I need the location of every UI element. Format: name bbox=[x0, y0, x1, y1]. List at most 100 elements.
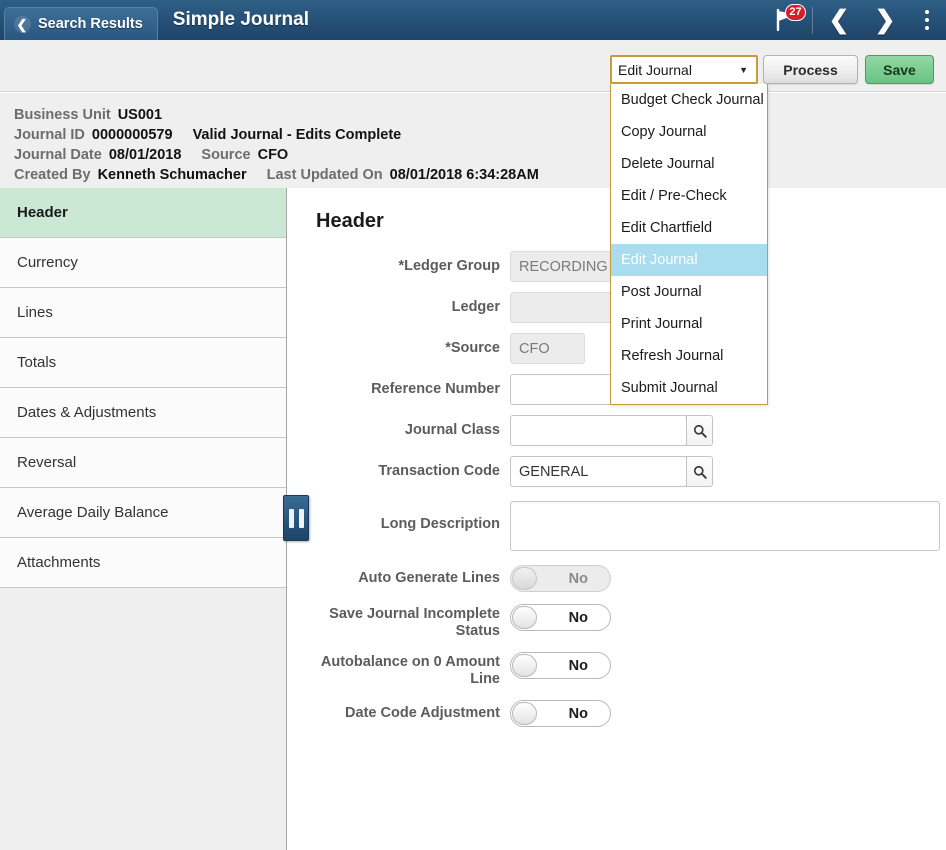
search-icon bbox=[693, 465, 707, 479]
process-action-select-wrapper: Edit Journal ▼ Budget Check Journal Copy … bbox=[610, 55, 768, 405]
source-label: Source bbox=[201, 147, 251, 163]
field-row-journal-class: Journal Class bbox=[288, 415, 946, 446]
journal-info-row-created-by: Created By Kenneth Schumacher Last Updat… bbox=[14, 167, 946, 183]
save-journal-incomplete-status-toggle[interactable]: No bbox=[510, 604, 611, 631]
process-option-edit-journal[interactable]: Edit Journal bbox=[611, 244, 767, 276]
sidebar-collapse-handle[interactable] bbox=[283, 495, 309, 541]
field-row-date-code-adjustment: Date Code Adjustment No bbox=[288, 698, 946, 727]
save-journal-incomplete-status-toggle-value: No bbox=[568, 609, 588, 626]
pause-bars-icon-right bbox=[298, 508, 304, 528]
process-option-refresh-journal[interactable]: Refresh Journal bbox=[611, 340, 767, 372]
field-row-auto-generate-lines: Auto Generate Lines No bbox=[288, 563, 946, 592]
process-option-delete-journal[interactable]: Delete Journal bbox=[611, 148, 767, 180]
ledger-group-label: *Ledger Group bbox=[398, 258, 500, 274]
long-description-label: Long Description bbox=[380, 516, 500, 532]
last-updated-value: 08/01/2018 6:34:28AM bbox=[389, 167, 539, 183]
journal-info-panel: Business Unit US001 Journal ID 000000057… bbox=[0, 93, 946, 188]
process-option-submit-journal[interactable]: Submit Journal bbox=[611, 372, 767, 404]
business-unit-label: Business Unit bbox=[14, 107, 111, 123]
journal-date-label: Journal Date bbox=[14, 147, 102, 163]
process-action-select[interactable]: Edit Journal ▼ bbox=[610, 55, 758, 84]
auto-generate-lines-label: Auto Generate Lines bbox=[358, 570, 500, 586]
sidebar-item-header[interactable]: Header bbox=[0, 188, 286, 238]
sidebar-item-lines[interactable]: Lines bbox=[0, 288, 286, 338]
transaction-code-input[interactable]: GENERAL bbox=[510, 456, 687, 487]
process-option-copy-journal[interactable]: Copy Journal bbox=[611, 116, 767, 148]
sidebar-item-average-daily-balance[interactable]: Average Daily Balance bbox=[0, 488, 286, 538]
sidebar-item-label: Totals bbox=[17, 354, 57, 371]
toggle-knob bbox=[512, 606, 537, 629]
business-unit-value: US001 bbox=[117, 107, 163, 123]
date-code-adjustment-toggle-value: No bbox=[568, 705, 588, 722]
ledger-label: Ledger bbox=[451, 299, 500, 315]
process-action-dropdown-menu[interactable]: Budget Check Journal Copy Journal Delete J… bbox=[610, 84, 768, 405]
process-button[interactable]: Process bbox=[763, 55, 858, 84]
process-option-post-journal[interactable]: Post Journal bbox=[611, 276, 767, 308]
sidebar-item-label: Dates & Adjustments bbox=[17, 404, 157, 421]
long-description-textarea[interactable] bbox=[510, 501, 940, 551]
last-updated-label: Last Updated On bbox=[266, 167, 383, 183]
sidebar-item-dates-adjustments[interactable]: Dates & Adjustments bbox=[0, 388, 286, 438]
reference-number-label: Reference Number bbox=[371, 381, 500, 397]
search-icon bbox=[693, 424, 707, 438]
field-row-transaction-code: Transaction Code GENERAL bbox=[288, 456, 946, 487]
journal-class-label: Journal Class bbox=[404, 422, 500, 438]
field-row-long-description: Long Description bbox=[288, 501, 946, 551]
sidebar-item-label: Lines bbox=[17, 304, 53, 321]
toggle-knob bbox=[512, 567, 537, 590]
back-button-label: Search Results bbox=[38, 16, 143, 32]
topbar-actions: 27 ❮ ❯ bbox=[765, 0, 946, 40]
autobalance-on-0-amount-line-label: Autobalance on 0 Amount Line bbox=[320, 654, 500, 687]
vertical-ellipsis-icon[interactable] bbox=[908, 0, 946, 40]
source-input: CFO bbox=[510, 333, 585, 364]
toggle-field-list: Auto Generate Lines No Save Journal Incomp… bbox=[288, 563, 946, 727]
journal-id-label: Journal ID bbox=[14, 127, 85, 143]
save-journal-incomplete-status-label: Save Journal Incomplete Status bbox=[329, 606, 500, 639]
sidebar-item-currency[interactable]: Currency bbox=[0, 238, 286, 288]
section-navigation-sidebar: Header Currency Lines Totals Dates & Adjustm… bbox=[0, 188, 287, 850]
autobalance-on-0-amount-line-toggle[interactable]: No bbox=[510, 652, 611, 679]
search-results-back-button[interactable]: ❮ Search Results bbox=[4, 7, 158, 40]
journal-class-input[interactable] bbox=[510, 415, 687, 446]
created-by-label: Created By bbox=[14, 167, 91, 183]
source-field-label: *Source bbox=[445, 340, 500, 356]
next-page-button[interactable]: ❯ bbox=[862, 0, 908, 40]
source-value: CFO bbox=[257, 147, 289, 163]
chevron-down-icon: ▼ bbox=[739, 64, 748, 75]
notification-badge: 27 bbox=[785, 4, 806, 21]
sidebar-item-label: Reversal bbox=[17, 454, 77, 471]
pause-bars-icon-left bbox=[288, 508, 294, 528]
sidebar-item-totals[interactable]: Totals bbox=[0, 338, 286, 388]
page-title: Simple Journal bbox=[172, 9, 309, 30]
toggle-knob bbox=[512, 702, 537, 725]
sidebar-item-label: Header bbox=[17, 204, 68, 221]
topbar-divider bbox=[812, 6, 813, 34]
auto-generate-lines-toggle: No bbox=[510, 565, 611, 592]
field-row-save-journal-incomplete-status: Save Journal Incomplete Status No bbox=[288, 602, 946, 640]
notifications-flag-button[interactable]: 27 bbox=[765, 0, 809, 40]
save-button[interactable]: Save bbox=[865, 55, 934, 84]
journal-info-row-journal-id: Journal ID 0000000579 Valid Journal - Ed… bbox=[14, 127, 946, 143]
sidebar-item-reversal[interactable]: Reversal bbox=[0, 438, 286, 488]
process-option-edit-chartfield[interactable]: Edit Chartfield bbox=[611, 212, 767, 244]
journal-info-row-journal-date: Journal Date 08/01/2018 Source CFO bbox=[14, 147, 946, 163]
transaction-code-lookup-button[interactable] bbox=[686, 456, 713, 487]
process-action-select-value: Edit Journal bbox=[618, 61, 692, 78]
previous-page-button[interactable]: ❮ bbox=[816, 0, 862, 40]
field-row-autobalance-on-0-amount-line: Autobalance on 0 Amount Line No bbox=[288, 650, 946, 688]
transaction-code-field-group: GENERAL bbox=[510, 456, 713, 487]
date-code-adjustment-toggle[interactable]: No bbox=[510, 700, 611, 727]
journal-status-value: Valid Journal - Edits Complete bbox=[192, 127, 402, 143]
journal-info-row-business-unit: Business Unit US001 bbox=[14, 107, 946, 123]
process-option-print-journal[interactable]: Print Journal bbox=[611, 308, 767, 340]
process-option-edit-pre-check[interactable]: Edit / Pre-Check bbox=[611, 180, 767, 212]
process-option-budget-check-journal[interactable]: Budget Check Journal bbox=[611, 84, 767, 116]
journal-class-field-group bbox=[510, 415, 713, 446]
top-navigation-bar: ❮ Search Results Simple Journal 27 ❮ ❯ bbox=[0, 0, 946, 40]
sidebar-item-attachments[interactable]: Attachments bbox=[0, 538, 286, 588]
sidebar-item-label: Attachments bbox=[17, 554, 101, 571]
autobalance-on-0-amount-line-toggle-value: No bbox=[568, 657, 588, 674]
auto-generate-lines-toggle-value: No bbox=[568, 570, 588, 587]
journal-class-lookup-button[interactable] bbox=[686, 415, 713, 446]
date-code-adjustment-label: Date Code Adjustment bbox=[345, 705, 500, 721]
